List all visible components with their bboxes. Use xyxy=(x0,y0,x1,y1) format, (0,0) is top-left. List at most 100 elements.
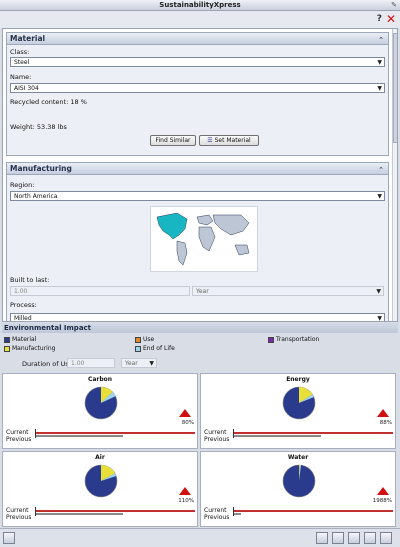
impact-pie-chart xyxy=(282,464,316,498)
impact-card-air: Air 110% Current Previous xyxy=(2,451,198,527)
manufacturing-title: Manufacturing xyxy=(10,164,72,173)
chevron-down-icon: ▼ xyxy=(149,360,154,367)
help-book-icon[interactable] xyxy=(380,532,392,544)
chevron-down-icon: ▼ xyxy=(376,288,381,295)
environmental-header: Environmental Impact xyxy=(2,323,398,333)
world-map-icon xyxy=(156,212,250,266)
duration-unit-value: Year xyxy=(125,360,138,367)
impact-card-energy: Energy 88% Current Previous xyxy=(200,373,396,449)
legend-material: Material xyxy=(4,336,36,343)
process-select[interactable]: Milled ▼ xyxy=(10,313,385,322)
pin-icon[interactable]: ✎ xyxy=(391,1,397,9)
class-select[interactable]: Steel ▼ xyxy=(10,57,385,67)
use-swatch xyxy=(135,336,141,343)
increase-triangle-icon xyxy=(179,409,191,417)
help-icon[interactable]: ? xyxy=(377,14,382,24)
material-header[interactable]: Material ⌃ xyxy=(7,33,388,45)
set-material-icon: ☰ xyxy=(207,137,213,144)
collapse-icon[interactable]: ⌃ xyxy=(378,164,384,176)
region-select[interactable]: North America ▼ xyxy=(10,191,385,201)
scrollbar-thumb[interactable] xyxy=(393,33,397,143)
manufacturing-swatch xyxy=(4,345,10,352)
impact-card-title: Water xyxy=(287,454,309,461)
legend-end-of-life: End of Life xyxy=(135,345,175,352)
previous-bar xyxy=(35,435,123,437)
weight: Weight: 53.38 lbs xyxy=(10,123,67,131)
increase-triangle-icon xyxy=(377,487,389,495)
material-title: Material xyxy=(10,34,46,43)
impact-card-title: Air xyxy=(95,454,105,461)
process-label: Process: xyxy=(10,301,37,309)
class-select-value: Steel xyxy=(14,59,30,66)
set-material-button[interactable]: ☰ Set Material xyxy=(199,135,259,146)
impact-card-water: Water 1988% Current Previous xyxy=(200,451,396,527)
previous-label: Previous xyxy=(6,514,32,521)
previous-bar xyxy=(233,435,321,437)
legend-manufacturing: Manufacturing xyxy=(4,345,55,352)
process-select-value: Milled xyxy=(14,315,32,322)
home-icon[interactable] xyxy=(3,532,15,544)
impact-percent: 88% xyxy=(379,420,392,426)
impact-percent: 110% xyxy=(178,498,194,504)
increase-triangle-icon xyxy=(179,487,191,495)
current-label: Current xyxy=(6,507,29,514)
recycled-content: Recycled content: 18 % xyxy=(10,98,87,106)
toolbar: ? ✕ xyxy=(0,11,400,28)
weight-label: Weight: xyxy=(10,123,35,131)
previous-bar xyxy=(233,513,241,515)
bottom-toolbar xyxy=(0,528,400,547)
impact-percent: 80% xyxy=(181,420,194,426)
recycled-label: Recycled content: xyxy=(10,98,69,106)
bar-baseline xyxy=(233,429,234,438)
vertical-scrollbar[interactable] xyxy=(392,29,397,321)
duration-unit-select[interactable]: Year ▼ xyxy=(121,358,157,368)
bar-baseline xyxy=(35,507,36,516)
current-label: Current xyxy=(204,507,227,514)
impact-card-carbon: Carbon 80% Current Previous xyxy=(2,373,198,449)
collapse-icon[interactable]: ⌃ xyxy=(378,34,384,46)
previous-label: Previous xyxy=(6,436,32,443)
impact-card-title: Carbon xyxy=(87,376,113,383)
legend-transportation: Transportation xyxy=(268,336,319,343)
end-of-life-swatch xyxy=(135,345,141,352)
chevron-down-icon: ▼ xyxy=(377,85,382,92)
bar-baseline xyxy=(233,507,234,516)
title-bar: SustainabilityXpress ✎ xyxy=(0,0,400,11)
previous-label: Previous xyxy=(204,514,230,521)
set-material-label: Set Material xyxy=(214,137,251,144)
export-icon[interactable] xyxy=(348,532,360,544)
legend-use: Use xyxy=(135,336,154,343)
chevron-down-icon: ▼ xyxy=(377,193,382,200)
manufacturing-header[interactable]: Manufacturing ⌃ xyxy=(7,163,388,175)
built-input[interactable]: 1.00 xyxy=(10,286,190,296)
name-label: Name: xyxy=(10,73,32,81)
increase-triangle-icon xyxy=(377,409,389,417)
current-bar xyxy=(233,432,393,434)
built-unit-value: Year xyxy=(196,288,209,295)
material-swatch xyxy=(4,336,10,343)
report-icon[interactable] xyxy=(332,532,344,544)
region-label: Region: xyxy=(10,181,35,189)
find-similar-button[interactable]: Find Similar xyxy=(150,135,196,146)
impact-percent: 1988% xyxy=(372,498,392,504)
impact-pie-chart xyxy=(84,464,118,498)
name-select[interactable]: AISI 304 ▼ xyxy=(10,83,385,93)
built-unit-select[interactable]: Year ▼ xyxy=(192,286,384,296)
class-label: Class: xyxy=(10,48,30,56)
manufacturing-panel: Manufacturing ⌃ Region: North America ▼ … xyxy=(6,162,389,322)
options-icon[interactable] xyxy=(316,532,328,544)
duration-input[interactable]: 1.00 xyxy=(67,358,115,368)
region-map[interactable] xyxy=(150,206,258,272)
impact-card-title: Energy xyxy=(286,376,310,383)
chevron-down-icon: ▼ xyxy=(377,315,382,322)
transportation-swatch xyxy=(268,336,274,343)
print-icon[interactable] xyxy=(364,532,376,544)
chevron-down-icon: ▼ xyxy=(377,59,382,66)
current-label: Current xyxy=(6,429,29,436)
previous-label: Previous xyxy=(204,436,230,443)
close-icon[interactable]: ✕ xyxy=(386,12,396,26)
impact-pie-chart xyxy=(282,386,316,420)
impact-pie-chart xyxy=(84,386,118,420)
current-bar xyxy=(233,510,393,512)
weight-value: 53.38 lbs xyxy=(36,123,67,131)
